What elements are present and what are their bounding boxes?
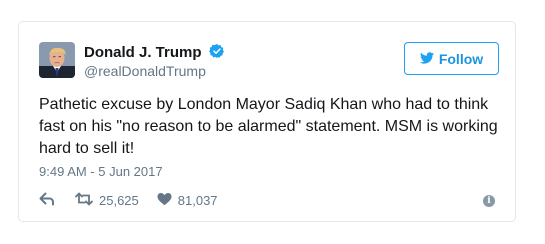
bird-icon (419, 51, 434, 67)
tweet-card: Donald J. Trump @realDonaldTrump Follow … (18, 21, 516, 222)
reply-icon (39, 192, 55, 209)
display-name-row[interactable]: Donald J. Trump (84, 43, 225, 63)
retweet-button[interactable]: 25,625 (75, 192, 139, 209)
user-handle[interactable]: @realDonaldTrump (84, 63, 206, 79)
tweet-actions: 25,625 81,037 (39, 190, 218, 210)
like-count: 81,037 (177, 192, 218, 208)
tweet-text: Pathetic excuse by London Mayor Sadiq Kh… (39, 96, 498, 157)
avatar[interactable] (39, 42, 75, 78)
like-button[interactable]: 81,037 (157, 192, 218, 209)
retweet-icon (75, 192, 93, 209)
reply-button[interactable] (39, 192, 55, 209)
avatar-image (39, 42, 75, 78)
follow-button-label: Follow (438, 50, 484, 67)
info-icon[interactable]: i (483, 195, 495, 207)
heart-icon (157, 192, 172, 209)
display-name[interactable]: Donald J. Trump (84, 44, 202, 61)
verified-badge-icon (208, 43, 225, 63)
retweet-count: 25,625 (99, 192, 139, 208)
tweet-timestamp[interactable]: 9:49 AM - 5 Jun 2017 (39, 164, 163, 179)
follow-button[interactable]: Follow (404, 42, 499, 75)
